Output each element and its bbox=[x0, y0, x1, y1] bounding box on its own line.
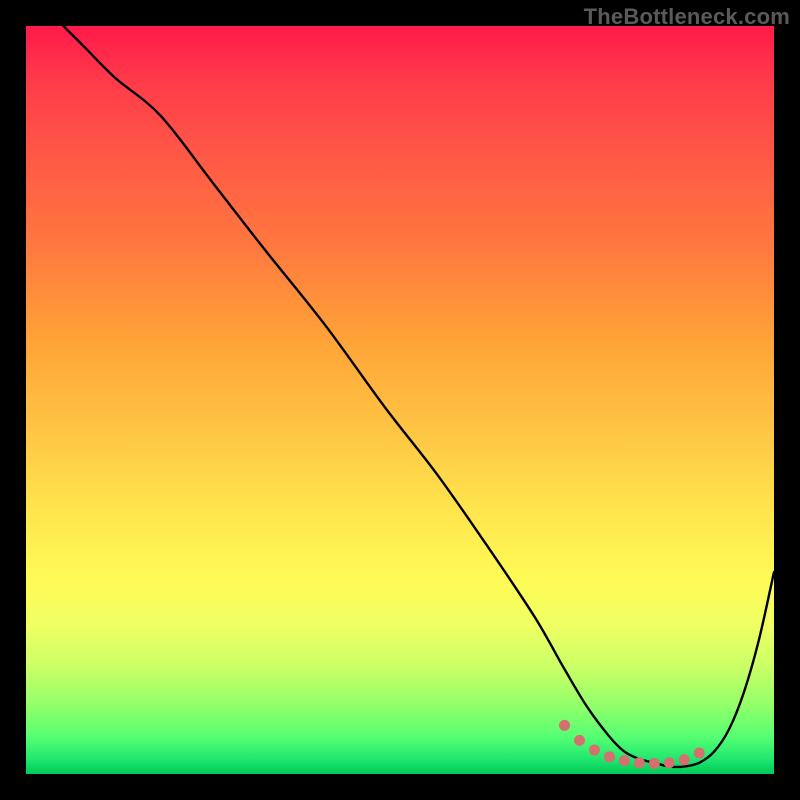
chart-frame: TheBottleneck.com bbox=[0, 0, 800, 800]
highlight-dot bbox=[694, 748, 705, 759]
highlight-dot bbox=[649, 758, 660, 769]
highlight-dot bbox=[679, 754, 690, 765]
highlight-dot bbox=[634, 757, 645, 768]
highlight-dot bbox=[589, 745, 600, 756]
curve-svg bbox=[26, 26, 774, 774]
plot-area bbox=[26, 26, 774, 774]
highlight-dot bbox=[619, 755, 630, 766]
highlight-dot bbox=[574, 735, 585, 746]
highlight-dot bbox=[664, 757, 675, 768]
highlight-dot bbox=[559, 720, 570, 731]
bottleneck-curve-line bbox=[63, 26, 774, 767]
highlight-dots bbox=[559, 720, 705, 769]
highlight-dot bbox=[604, 751, 615, 762]
